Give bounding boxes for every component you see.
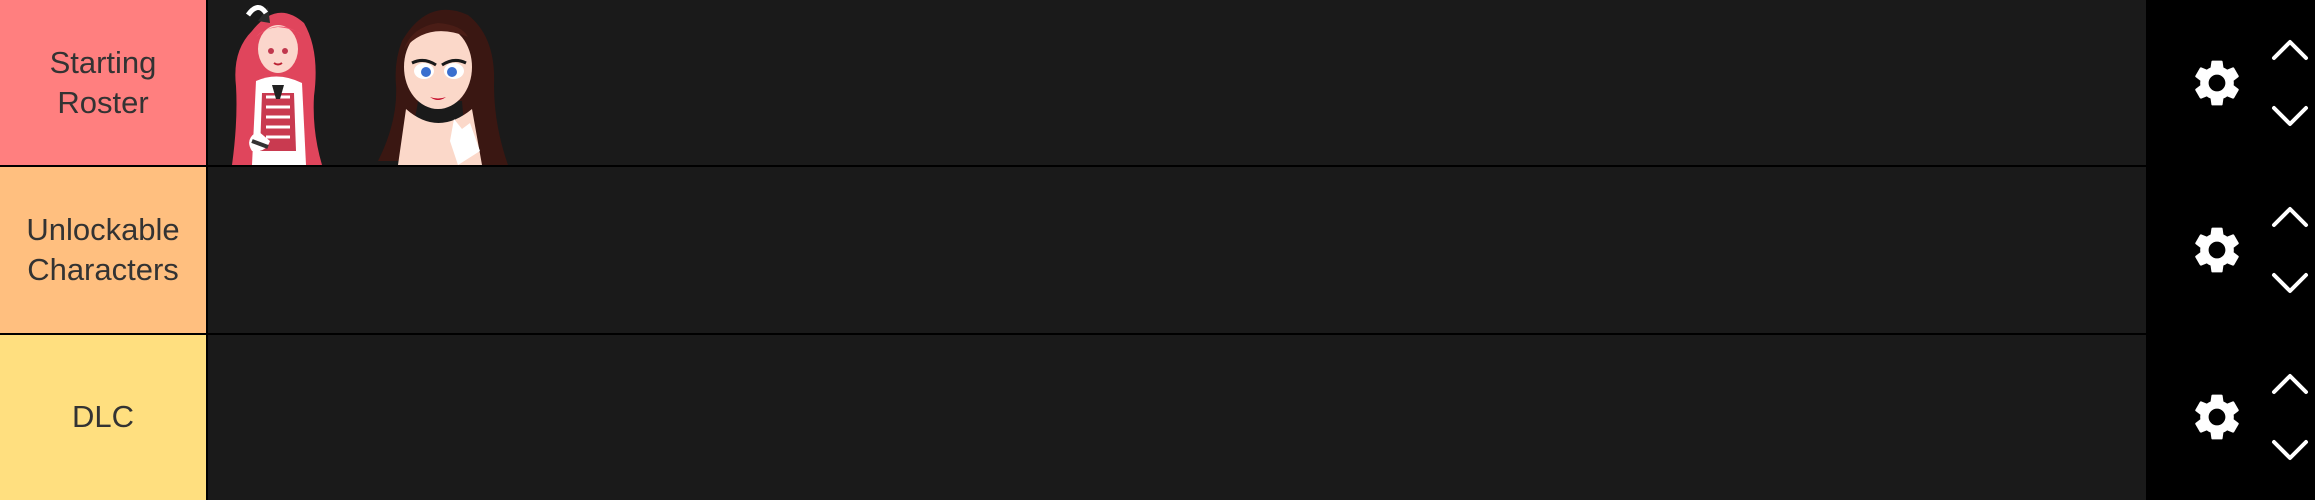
chevron-down-icon[interactable]	[2270, 270, 2310, 298]
tier-row-unlockable-characters: Unlockable Characters	[0, 167, 2315, 335]
tier-items-dropzone[interactable]	[208, 334, 2146, 500]
tier-controls	[2146, 334, 2313, 500]
gear-icon[interactable]	[2186, 219, 2248, 281]
gear-icon[interactable]	[2186, 52, 2248, 114]
tier-label[interactable]: DLC	[0, 334, 208, 500]
tier-row-starting-roster: Starting Roster	[0, 0, 2315, 168]
character-tile-brown-hair-woman[interactable]	[358, 1, 518, 166]
chevron-down-icon[interactable]	[2270, 103, 2310, 131]
move-arrows	[2270, 202, 2310, 298]
character-tile-pink-hair-girl[interactable]	[222, 1, 334, 166]
move-arrows	[2270, 369, 2310, 465]
tier-row-dlc: DLC	[0, 334, 2315, 500]
tier-label[interactable]: Unlockable Characters	[0, 167, 208, 333]
tier-items-dropzone[interactable]	[208, 0, 2146, 166]
chevron-down-icon[interactable]	[2270, 437, 2310, 465]
chevron-up-icon[interactable]	[2270, 369, 2310, 397]
tier-controls	[2146, 0, 2313, 166]
tier-controls	[2146, 167, 2313, 333]
move-arrows	[2270, 35, 2310, 131]
chevron-up-icon[interactable]	[2270, 202, 2310, 230]
gear-icon[interactable]	[2186, 386, 2248, 448]
tier-label[interactable]: Starting Roster	[0, 0, 208, 166]
chevron-up-icon[interactable]	[2270, 35, 2310, 63]
tier-items-dropzone[interactable]	[208, 167, 2146, 333]
tier-list: Starting Roster Unlockable Characters DL…	[0, 0, 2315, 500]
